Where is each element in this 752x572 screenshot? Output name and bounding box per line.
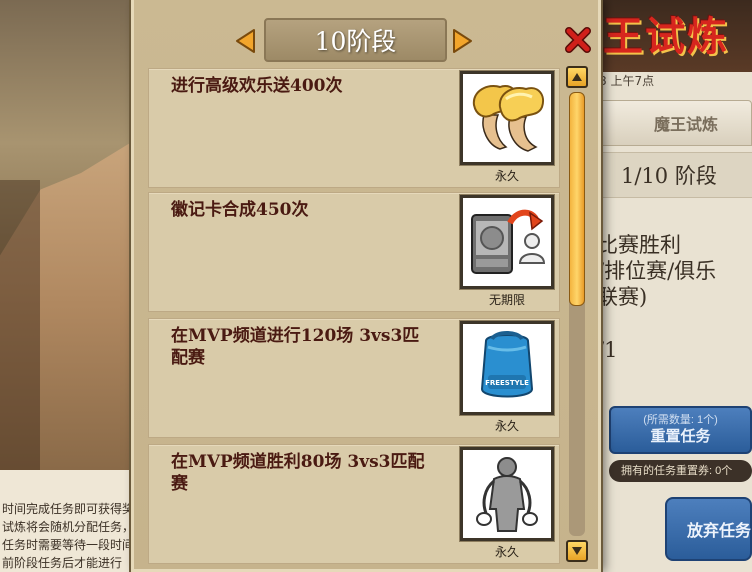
task-text: 在MVP频道进行120场 3vs3匹配赛 [171,326,420,368]
info-text-line: 试炼将会随机分配任务， [2,520,135,534]
close-button[interactable] [564,26,592,54]
event-date: /8 上午7点 [595,74,655,88]
task-list: 进行高级欢乐送400次 永久 徽记卡合成450次 无期限 在MVP频道进行120… [148,66,560,566]
task-text: 进行高级欢乐送400次 [171,76,343,96]
stage-title: 10阶段 [264,18,447,62]
tab-demon-trial[interactable]: 魔王试炼 [595,100,752,146]
background-scene-right: 王试炼 /8 上午7点 魔王试炼 1/10 阶段 比赛胜利 /排位赛/俱乐 联赛… [585,0,752,572]
emblem-card-icon [471,209,546,274]
background-scene-left: 时间完成任务即可获得奖 试炼将会随机分配任务， 任务时需要等待一段时间 前阶段任… [0,0,135,572]
scroll-track[interactable] [569,92,585,536]
triangle-up-icon [572,73,582,81]
svg-text:FREESTYLE: FREESTYLE [485,379,529,387]
arrow-left-icon [236,29,255,53]
arrow-right-icon [453,29,472,53]
info-text-line: 前阶段任务后才能进行 [2,556,123,570]
scroll-thumb[interactable] [569,92,585,306]
banner-title: 王试炼 [603,14,729,60]
close-icon [565,27,591,53]
info-text-line: 任务时需要等待一段时间 [2,538,135,552]
next-stage-button[interactable] [452,28,474,54]
reward-duration: 永久 [494,545,519,559]
abandon-task-button[interactable]: 放弃任务 [665,497,752,561]
task-description-line: 联赛) [597,285,648,309]
scroll-down-button[interactable] [566,540,588,562]
info-text-line: 时间完成任务即可获得奖 [2,502,135,516]
info-text-panel: 时间完成任务即可获得奖 试炼将会随机分配任务， 任务时需要等待一段时间 前阶段任… [0,470,135,572]
reset-voucher-count: 拥有的任务重置券: 0个 [609,460,752,482]
blue-backpack-icon: FREESTYLE [480,331,534,398]
popup-header: 10阶段 [134,8,598,64]
task-description-line: /排位赛/俱乐 [597,259,717,283]
task-description-line: 比赛胜利 [597,233,681,257]
stage-indicator: 1/10 阶段 [595,152,752,198]
reward-item-slot[interactable] [460,195,554,289]
scroll-up-button[interactable] [566,66,588,88]
reset-task-label: 重置任务 [650,428,711,445]
reset-task-button[interactable]: (所需数量: 1个) 重置任务 [609,406,752,454]
task-row: 进行高级欢乐送400次 永久 [148,68,560,188]
reward-duration: 永久 [494,169,519,183]
task-list-scrollbar[interactable] [565,66,591,566]
reward-item-slot[interactable] [460,447,554,541]
task-text: 在MVP频道胜利80场 3vs3匹配赛 [171,452,425,494]
task-description: 比赛胜利 /排位赛/俱乐 联赛) [597,232,752,310]
task-row: 在MVP频道进行120场 3vs3匹配赛 FREESTYLE 永久 [148,318,560,438]
reset-cost-label: (所需数量: 1个) [643,414,718,426]
body-silhouette-icon [476,457,538,532]
reward-duration: 永久 [494,419,519,433]
event-banner: 王试炼 [585,0,752,72]
task-text: 徽记卡合成450次 [171,200,309,220]
reward-item-slot[interactable]: FREESTYLE [460,321,554,415]
triangle-down-icon [572,547,582,555]
tower-shadow [0,180,40,480]
prev-stage-button[interactable] [234,28,256,54]
stage-reward-popup: 10阶段 进行高级欢乐送400次 永久 徽记卡合成450次 无期限 在MVP频道… [131,0,601,572]
task-row: 在MVP频道胜利80场 3vs3匹配赛 永久 [148,444,560,564]
reward-item-slot[interactable] [460,71,554,165]
reward-duration: 无期限 [488,293,525,307]
blonde-hair-icon [472,85,544,152]
task-row: 徽记卡合成450次 无期限 [148,192,560,312]
